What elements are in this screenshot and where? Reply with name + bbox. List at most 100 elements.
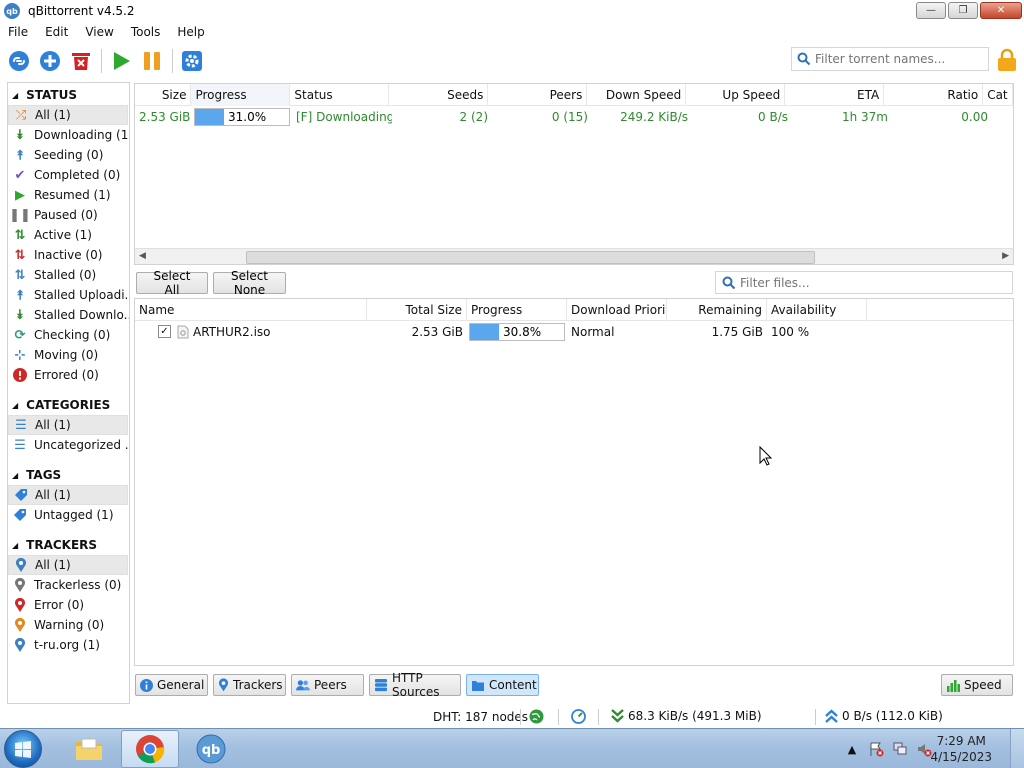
- delete-icon[interactable]: [69, 49, 93, 73]
- filter-files-box[interactable]: [715, 271, 1013, 294]
- upload-rate[interactable]: 0 B/s (112.0 KiB): [825, 709, 943, 723]
- add-link-icon[interactable]: [7, 49, 31, 73]
- column-ratio[interactable]: Ratio: [884, 84, 984, 106]
- show-desktop-button[interactable]: [1010, 729, 1024, 768]
- pause-icon[interactable]: [140, 49, 164, 73]
- column-down-speed[interactable]: Down Speed: [587, 84, 687, 106]
- minimize-button[interactable]: —: [916, 2, 946, 19]
- options-icon[interactable]: [180, 49, 204, 73]
- column-remaining[interactable]: Remaining: [667, 299, 767, 321]
- sidebar-item-errored[interactable]: Errored (0): [8, 365, 129, 385]
- close-button[interactable]: ✕: [980, 2, 1022, 19]
- sidebar-item-tracker-warning[interactable]: Warning (0): [8, 615, 129, 635]
- column-availability[interactable]: Availability: [767, 299, 867, 321]
- column-progress[interactable]: Progress: [191, 84, 291, 106]
- column-download-priority[interactable]: Download Priority: [567, 299, 667, 321]
- torrent-search-box[interactable]: [791, 47, 989, 71]
- select-all-button[interactable]: Select All: [136, 269, 208, 297]
- sidebar-item-paused[interactable]: ❚❚ Paused (0): [8, 205, 129, 225]
- status-header[interactable]: ◢ STATUS: [8, 85, 129, 105]
- sidebar-item-downloading[interactable]: ⯯ Downloading (1): [8, 125, 129, 145]
- sidebar-item-category-all[interactable]: ☰ All (1): [8, 415, 128, 435]
- tray-flag-icon[interactable]: [867, 741, 885, 757]
- add-torrent-icon[interactable]: [38, 49, 62, 73]
- taskbar-explorer[interactable]: [60, 730, 118, 768]
- tags-section: ◢ TAGS All (1) Untagged (1): [8, 465, 129, 525]
- resume-icon[interactable]: [109, 49, 133, 73]
- scrollbar-thumb[interactable]: [246, 251, 815, 264]
- sidebar-item-checking[interactable]: ⟳ Checking (0): [8, 325, 129, 345]
- column-total-size[interactable]: Total Size: [367, 299, 467, 321]
- maximize-button[interactable]: ❐: [948, 2, 978, 19]
- filter-files-input[interactable]: [740, 275, 1000, 290]
- column-category[interactable]: Cat: [983, 84, 1013, 106]
- start-button[interactable]: [4, 730, 42, 768]
- connection-globe-icon[interactable]: [529, 709, 544, 727]
- sidebar-item-completed[interactable]: ✔ Completed (0): [8, 165, 129, 185]
- column-peers[interactable]: Peers: [488, 84, 588, 106]
- scroll-right-icon[interactable]: ▶: [1002, 251, 1009, 261]
- file-priority[interactable]: Normal: [567, 321, 667, 343]
- column-eta[interactable]: ETA: [785, 84, 885, 106]
- sidebar-item-stalled-downloading[interactable]: ⯯ Stalled Downlo...: [8, 305, 129, 325]
- sidebar-item-tracker-t-ru[interactable]: t-ru.org (1): [8, 635, 129, 655]
- lock-icon[interactable]: [996, 48, 1018, 75]
- column-up-speed[interactable]: Up Speed: [686, 84, 786, 106]
- torrent-up-speed: 0 B/s: [758, 110, 788, 124]
- sidebar-item-resumed[interactable]: ▶ Resumed (1): [8, 185, 129, 205]
- tab-general[interactable]: General: [135, 674, 208, 696]
- list-icon: ☰: [15, 417, 27, 433]
- categories-header[interactable]: ◢ CATEGORIES: [8, 395, 129, 415]
- menu-view[interactable]: View: [77, 25, 122, 39]
- menu-tools[interactable]: Tools: [123, 25, 170, 39]
- file-row[interactable]: ✓ ARTHUR2.iso 2.53 GiB 30.8% Normal 1.75…: [135, 321, 1013, 343]
- download-rate[interactable]: 68.3 KiB/s (491.3 MiB): [611, 709, 762, 723]
- tab-content[interactable]: Content: [466, 674, 539, 696]
- column-name[interactable]: Name: [135, 299, 367, 321]
- sidebar-item-all[interactable]: ⤮ All (1): [8, 105, 128, 125]
- menu-file[interactable]: File: [0, 25, 37, 39]
- trackers-header[interactable]: ◢ TRACKERS: [8, 535, 129, 555]
- column-size[interactable]: Size: [135, 84, 192, 106]
- scroll-left-icon[interactable]: ◀: [139, 251, 146, 261]
- sidebar-item-inactive[interactable]: ⇅ Inactive (0): [8, 245, 129, 265]
- tab-trackers[interactable]: Trackers: [213, 674, 286, 696]
- taskbar-clock[interactable]: 7:29 AM 4/15/2023: [930, 733, 992, 765]
- sidebar-item-stalled[interactable]: ⇅ Stalled (0): [8, 265, 129, 285]
- pin-icon: [12, 617, 28, 633]
- sidebar-item-uncategorized[interactable]: ☰ Uncategorized ...: [8, 435, 129, 455]
- speed-button[interactable]: Speed: [941, 674, 1013, 696]
- sidebar-item-moving[interactable]: ⊹ Moving (0): [8, 345, 129, 365]
- sidebar-item-stalled-uploading[interactable]: ⯭ Stalled Uploadi...: [8, 285, 129, 305]
- torrent-row[interactable]: 2.53 GiB 31.0% [F] Downloading 2 (2) 0 (…: [135, 106, 1013, 128]
- clock-time: 7:29 AM: [936, 734, 986, 748]
- taskbar-qbittorrent[interactable]: qb: [182, 730, 240, 768]
- column-status[interactable]: Status: [290, 84, 390, 106]
- sidebar-item-tag-all[interactable]: All (1): [8, 485, 128, 505]
- sidebar-item-untagged[interactable]: Untagged (1): [8, 505, 129, 525]
- torrent-search-input[interactable]: [815, 52, 985, 66]
- sidebar-item-seeding[interactable]: ⯭ Seeding (0): [8, 145, 129, 165]
- speed-limit-icon[interactable]: [571, 709, 586, 727]
- taskbar: qb ▲ 7:29 AM 4/15/2023: [0, 728, 1024, 768]
- menu-help[interactable]: Help: [169, 25, 213, 39]
- tags-header[interactable]: ◢ TAGS: [8, 465, 129, 485]
- taskbar-chrome[interactable]: [121, 730, 179, 768]
- sidebar-item-active[interactable]: ⇅ Active (1): [8, 225, 129, 245]
- sidebar-item-tracker-all[interactable]: All (1): [8, 555, 128, 575]
- tray-expand-icon[interactable]: ▲: [843, 741, 861, 757]
- sidebar-item-tracker-error[interactable]: Error (0): [8, 595, 129, 615]
- status-separator: [815, 709, 816, 725]
- horizontal-scrollbar[interactable]: ◀ ▶: [135, 248, 1013, 264]
- column-file-progress[interactable]: Progress: [467, 299, 567, 321]
- title-bar: qb qBittorrent v4.5.2 — ❐ ✕: [0, 0, 1024, 22]
- select-none-button[interactable]: Select None: [213, 269, 286, 297]
- torrent-list: Size Progress Status Seeds Peers Down Sp…: [134, 83, 1014, 265]
- file-checkbox[interactable]: ✓: [158, 325, 171, 338]
- sidebar-item-trackerless[interactable]: Trackerless (0): [8, 575, 129, 595]
- tab-http-sources[interactable]: HTTP Sources: [369, 671, 461, 699]
- menu-edit[interactable]: Edit: [37, 25, 77, 39]
- column-seeds[interactable]: Seeds: [389, 84, 489, 106]
- tab-peers[interactable]: Peers: [291, 674, 364, 696]
- tray-network-icon[interactable]: [891, 741, 909, 757]
